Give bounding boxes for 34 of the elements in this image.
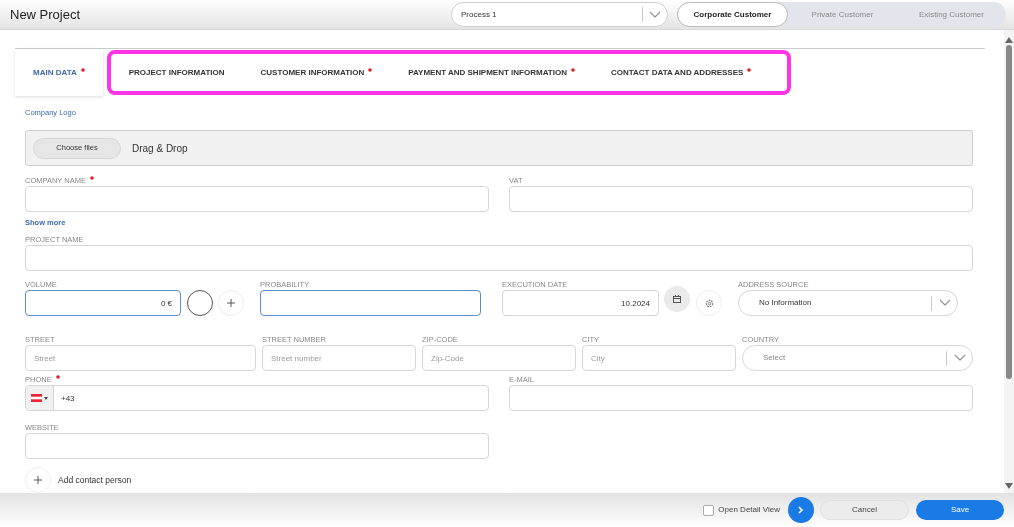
tab[interactable]: CUSTOMER INFORMATION: [242, 57, 391, 88]
tab[interactable]: PAYMENT AND SHIPMENT INFORMATION: [390, 57, 593, 88]
next-button[interactable]: [788, 497, 814, 523]
drop-hint: Drag & Drop: [132, 141, 188, 156]
add-contact-button[interactable]: [25, 467, 51, 493]
save-button[interactable]: Save: [916, 500, 1004, 520]
page-title: New Project: [10, 5, 81, 24]
chevron-right-icon: [798, 506, 804, 514]
calendar-icon: [673, 295, 681, 303]
settings-icon: [704, 298, 714, 308]
country-code-button[interactable]: [26, 386, 54, 410]
scroll-up-icon[interactable]: [1005, 37, 1013, 43]
caret-icon: [44, 396, 48, 400]
add-contact-label: Add contact person: [58, 473, 132, 487]
plus-icon: [227, 299, 235, 307]
flag-icon: [31, 394, 42, 402]
calendar-button[interactable]: [664, 286, 690, 312]
customer-type-tab[interactable]: Corporate Customer: [677, 2, 788, 27]
plus-icon: [34, 476, 42, 484]
input-field[interactable]: 0 €: [25, 290, 181, 316]
scroll-down-icon[interactable]: [1005, 483, 1013, 489]
input-field[interactable]: 10.2024: [502, 290, 659, 316]
settings-button[interactable]: [696, 290, 722, 316]
checkbox-label: Open Detail View: [718, 504, 780, 516]
tab[interactable]: MAIN DATA: [15, 49, 103, 96]
tab[interactable]: PROJECT INFORMATION: [110, 57, 243, 88]
process-select[interactable]: Process 1: [451, 2, 668, 27]
checkbox[interactable]: [703, 504, 715, 516]
input-field[interactable]: [260, 290, 481, 316]
add-button[interactable]: [218, 290, 244, 316]
tab[interactable]: CONTACT DATA AND ADDRESSES: [592, 57, 770, 88]
scrollbar[interactable]: [1004, 30, 1014, 493]
scrollbar-thumb[interactable]: [1006, 45, 1012, 379]
cancel-button[interactable]: Cancel: [820, 500, 909, 520]
